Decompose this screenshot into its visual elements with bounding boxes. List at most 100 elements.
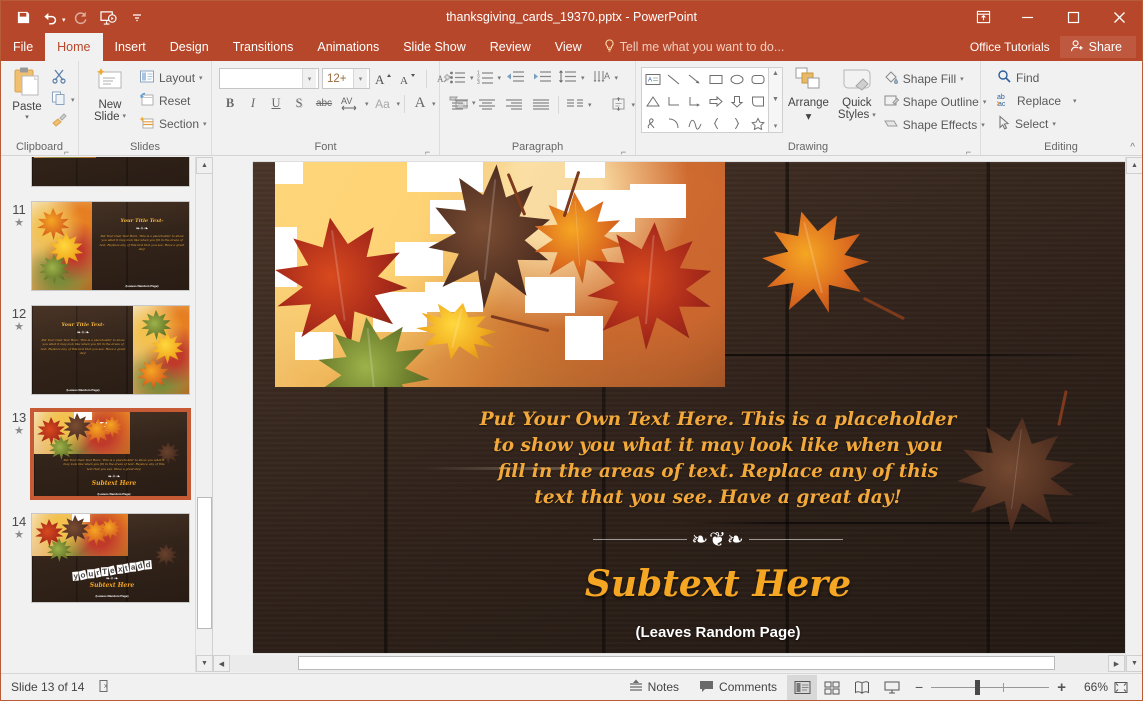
tab-slide-show[interactable]: Slide Show — [391, 33, 478, 61]
thumbnail-slide-11[interactable]: 11 ★ Your Title Text- ❧✧❧ Put Your Own T… — [1, 201, 212, 291]
shape-outline-button[interactable]: Shape Outline ▾ — [880, 91, 990, 112]
thumbnail-image[interactable]: Title Here Put Your Own Text Here. This … — [31, 157, 190, 187]
shape-left-brace-icon[interactable] — [705, 112, 726, 134]
slide-scroll-right-icon[interactable]: ▶ — [1108, 655, 1125, 672]
redo-icon[interactable] — [68, 5, 94, 29]
shape-rectangle-icon[interactable] — [705, 68, 726, 90]
line-spacing-button[interactable] — [556, 67, 580, 88]
maximize-icon[interactable] — [1050, 1, 1096, 33]
reading-view-button[interactable] — [847, 675, 877, 700]
replace-dropdown-icon[interactable]: ▾ — [1073, 97, 1077, 105]
italic-button[interactable]: I — [242, 93, 264, 114]
decrease-indent-button[interactable] — [502, 67, 528, 88]
font-dialog-launcher[interactable]: ⌐ — [423, 145, 432, 157]
find-button[interactable]: Find — [994, 67, 1042, 88]
change-case-dropdown-icon[interactable]: ▾ — [397, 100, 401, 108]
clipboard-dialog-launcher[interactable]: ⌐ — [62, 145, 71, 157]
section-dropdown-icon[interactable]: ▾ — [203, 120, 207, 128]
thumbnail-image[interactable]: Your Title Text- ❧✧❧ Put Your Own Text H… — [31, 201, 190, 291]
shapes-gallery[interactable]: A — [641, 67, 769, 133]
thumbnails-scroll-up-icon[interactable]: ▲ — [196, 157, 212, 174]
line-spacing-dropdown-icon[interactable]: ▾ — [581, 74, 585, 82]
tab-animations[interactable]: Animations — [305, 33, 391, 61]
text-shadow-button[interactable]: S — [288, 93, 310, 114]
strikethrough-button[interactable]: abc — [311, 93, 337, 114]
tab-insert[interactable]: Insert — [103, 33, 158, 61]
collapse-ribbon-icon[interactable]: ^ — [1130, 142, 1135, 153]
slide-subtext[interactable]: Subtext Here — [478, 562, 958, 606]
shape-elbow-connector-icon[interactable] — [663, 90, 684, 112]
customize-quick-access-icon[interactable] — [124, 5, 150, 29]
paragraph-dialog-launcher[interactable]: ⌐ — [619, 145, 628, 157]
font-color-button[interactable]: A — [409, 93, 431, 114]
font-size-dropdown-icon[interactable]: ▾ — [353, 69, 367, 88]
character-spacing-dropdown-icon[interactable]: ▾ — [365, 100, 369, 108]
convert-to-smartart-dropdown-icon[interactable]: ▾ — [472, 99, 476, 107]
tab-review[interactable]: Review — [478, 33, 543, 61]
thumbnails-scroll-thumb[interactable] — [197, 497, 212, 629]
start-presentation-icon[interactable] — [96, 5, 122, 29]
thumbnail-image[interactable]: y o u r T e x t a d d ❧✧❧ Subtext Here (… — [31, 513, 190, 603]
new-slide-button[interactable]: New Slide ▾ — [84, 64, 136, 125]
thumbnail-slide-12[interactable]: 12 ★ Your Title Text- ❧✧❧ Put Your Own T… — [1, 305, 212, 395]
arrange-button[interactable]: Arrange ▾ — [783, 64, 834, 125]
shapes-gallery-scrollbar[interactable]: ▲ ▼ ▾ — [769, 67, 783, 133]
bullets-button[interactable] — [447, 67, 469, 88]
thumbnail-slide-13[interactable]: 13 ★ Put Your Own Text Here. This is a p… — [1, 408, 212, 500]
align-center-button[interactable] — [474, 94, 500, 115]
minimize-icon[interactable] — [1004, 1, 1050, 33]
zoom-slider[interactable] — [931, 679, 1050, 695]
slide-body-text[interactable]: Put Your Own Text Here. This is a placeh… — [478, 407, 958, 511]
thumbnail-image-selected[interactable]: Put Your Own Text Here. This is a placeh… — [30, 408, 191, 500]
spell-check-icon[interactable]: x — [98, 679, 113, 696]
comments-button[interactable]: Comments — [689, 675, 787, 700]
notes-button[interactable]: Notes — [619, 675, 689, 700]
decrease-font-size-button[interactable]: A — [398, 68, 420, 89]
format-painter-button[interactable] — [48, 111, 78, 132]
paste-button[interactable]: Paste ▾ — [6, 64, 48, 123]
shape-arc-icon[interactable] — [663, 112, 684, 134]
tell-me-box[interactable]: Tell me what you want to do... — [594, 33, 795, 61]
underline-button[interactable]: U — [265, 93, 287, 114]
zoom-level[interactable]: 66% — [1074, 680, 1108, 694]
numbering-button[interactable]: 123 — [475, 67, 497, 88]
zoom-out-button[interactable]: − — [915, 679, 923, 695]
copy-dropdown-icon[interactable]: ▾ — [71, 96, 75, 104]
select-dropdown-icon[interactable]: ▾ — [1052, 120, 1056, 128]
tab-design[interactable]: Design — [158, 33, 221, 61]
font-size-input[interactable]: 12+ ▾ — [322, 68, 370, 89]
tab-file[interactable]: File — [1, 33, 46, 61]
tab-view[interactable]: View — [543, 33, 594, 61]
save-icon[interactable] — [10, 5, 36, 29]
font-color-dropdown-icon[interactable]: ▾ — [432, 100, 436, 108]
current-slide[interactable]: Put Your Own Text Here. This is a placeh… — [253, 162, 1126, 653]
slide-indicator[interactable]: Slide 13 of 14 — [11, 680, 84, 694]
replace-button[interactable]: ab ac Replace ▾ — [994, 90, 1080, 111]
shape-rounded-rectangle-icon[interactable] — [747, 68, 768, 90]
tab-transitions[interactable]: Transitions — [221, 33, 306, 61]
layout-button[interactable]: Layout ▾ — [136, 67, 210, 88]
shape-effects-button[interactable]: Shape Effects ▾ — [880, 114, 990, 135]
close-icon[interactable] — [1096, 1, 1142, 33]
layout-dropdown-icon[interactable]: ▾ — [199, 74, 203, 82]
quick-styles-dropdown-icon[interactable]: ▾ — [872, 111, 876, 119]
slide-thumbnails-pane[interactable]: 10 ★ Title Here Put Your Own Text Here. … — [1, 157, 213, 672]
reset-button[interactable]: Reset — [136, 90, 210, 111]
shape-fill-button[interactable]: Shape Fill ▾ — [880, 68, 990, 89]
select-button[interactable]: Select ▾ — [994, 113, 1059, 134]
fit-to-window-button[interactable] — [1108, 676, 1134, 698]
cut-button[interactable] — [48, 67, 78, 88]
arrange-dropdown-icon[interactable]: ▾ — [806, 109, 812, 123]
thumbnails-scrollbar[interactable]: ▲ ▼ — [195, 157, 212, 672]
thumbnail-slide-14[interactable]: 14 ★ y o u r T e x t a d d ❧✧❧ Subtext H… — [1, 513, 212, 603]
increase-font-size-button[interactable]: A — [373, 68, 395, 89]
character-spacing-button[interactable]: AV — [338, 93, 364, 114]
align-text-button[interactable] — [607, 94, 631, 115]
columns-button[interactable] — [563, 94, 587, 115]
shape-star-icon[interactable] — [747, 112, 768, 134]
tab-home[interactable]: Home — [45, 33, 103, 61]
text-direction-dropdown-icon[interactable]: ▾ — [615, 74, 619, 82]
convert-to-smartart-button[interactable] — [447, 92, 471, 113]
zoom-slider-handle[interactable] — [975, 679, 981, 695]
text-direction-button[interactable]: A — [590, 67, 614, 88]
